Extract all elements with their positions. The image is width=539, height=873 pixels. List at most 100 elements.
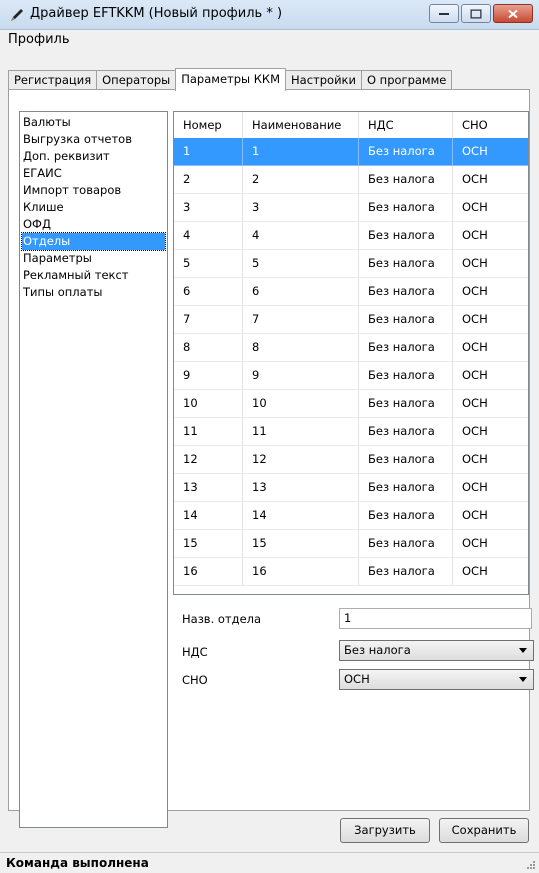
dropdown-arrow-icon (519, 677, 527, 682)
tax-system-select[interactable]: ОСН (339, 669, 534, 690)
cell-number: 8 (174, 334, 243, 362)
minimize-icon (439, 12, 449, 15)
close-icon (508, 9, 518, 18)
column-header-name[interactable]: Наименование (243, 112, 359, 138)
table-row[interactable]: 3 3 Без налога ОСН (174, 194, 528, 222)
save-button[interactable]: Сохранить (439, 818, 529, 843)
table-row[interactable]: 6 6 Без налога ОСН (174, 278, 528, 306)
window-title: Драйвер EFTKKM (Новый профиль * ) (30, 6, 283, 21)
tab-operators[interactable]: Операторы (96, 70, 177, 90)
departments-table[interactable]: Номер Наименование НДС СНО 1 1 Без налога О… (173, 111, 529, 595)
cell-vat: Без налога (359, 446, 453, 474)
column-header-vat[interactable]: НДС (359, 112, 453, 138)
menu-profile[interactable]: Профиль (8, 32, 70, 47)
minimize-button[interactable] (429, 4, 459, 23)
cell-name: 9 (243, 362, 359, 390)
sidebar-item-egais[interactable]: ЕГАИС (22, 165, 165, 182)
main-window: Профиль Регистрация Операторы Параметры … (0, 30, 539, 873)
cell-vat: Без налога (359, 306, 453, 334)
tab-settings[interactable]: Настройки (285, 70, 362, 90)
app-pen-icon (11, 9, 23, 21)
cell-tax-system: ОСН (453, 418, 528, 446)
cell-number: 3 (174, 194, 243, 222)
table-row[interactable]: 15 15 Без налога ОСН (174, 530, 528, 558)
tab-about[interactable]: О программе (360, 70, 453, 90)
cell-number: 2 (174, 166, 243, 194)
cell-tax-system: ОСН (453, 474, 528, 502)
cell-tax-system: ОСН (453, 362, 528, 390)
table-row[interactable]: 7 7 Без налога ОСН (174, 306, 528, 334)
cell-tax-system: ОСН (453, 306, 528, 334)
cell-tax-system: ОСН (453, 250, 528, 278)
close-button[interactable] (493, 4, 533, 23)
table-row[interactable]: 14 14 Без налога ОСН (174, 502, 528, 530)
table-row[interactable]: 13 13 Без налога ОСН (174, 474, 528, 502)
tab-panel: Валюты Выгрузка отчетов Доп. реквизит ЕГ… (8, 89, 534, 828)
sidebar-item-ofd[interactable]: ОФД (22, 216, 165, 233)
load-button[interactable]: Загрузить (340, 818, 430, 843)
cell-vat: Без налога (359, 250, 453, 278)
sidebar-item-import-goods[interactable]: Импорт товаров (22, 182, 165, 199)
sidebar-item-extra-requisite[interactable]: Доп. реквизит (22, 148, 165, 165)
column-header-number[interactable]: Номер (174, 112, 243, 138)
maximize-button[interactable] (461, 4, 491, 23)
cell-name: 6 (243, 278, 359, 306)
cell-name: 5 (243, 250, 359, 278)
sidebar-item-report-export[interactable]: Выгрузка отчетов (22, 131, 165, 148)
cell-vat: Без налога (359, 138, 453, 166)
cell-number: 10 (174, 390, 243, 418)
cell-vat: Без налога (359, 334, 453, 362)
sidebar-item-ad-text[interactable]: Рекламный текст (22, 267, 165, 284)
cell-number: 14 (174, 502, 243, 530)
cell-vat: Без налога (359, 530, 453, 558)
cell-number: 7 (174, 306, 243, 334)
vat-select[interactable]: Без налога (339, 640, 534, 661)
cell-name: 16 (243, 558, 359, 586)
cell-name: 2 (243, 166, 359, 194)
cell-tax-system: ОСН (453, 194, 528, 222)
cell-name: 12 (243, 446, 359, 474)
dropdown-arrow-icon (519, 648, 527, 653)
cell-number: 1 (174, 138, 243, 166)
sidebar-item-departments[interactable]: Отделы (21, 232, 166, 251)
table-row[interactable]: 11 11 Без налога ОСН (174, 418, 528, 446)
settings-category-list[interactable]: Валюты Выгрузка отчетов Доп. реквизит ЕГ… (19, 111, 168, 828)
cell-tax-system: ОСН (453, 138, 528, 166)
table-row[interactable]: 12 12 Без налога ОСН (174, 446, 528, 474)
cell-number: 16 (174, 558, 243, 586)
cell-name: 1 (243, 138, 359, 166)
sidebar-item-currencies[interactable]: Валюты (22, 114, 165, 131)
sidebar-item-parameters[interactable]: Параметры (22, 250, 165, 267)
cell-name: 13 (243, 474, 359, 502)
sidebar-item-cliche[interactable]: Клише (22, 199, 165, 216)
table-row[interactable]: 9 9 Без налога ОСН (174, 362, 528, 390)
tab-bar: Регистрация Операторы Параметры ККМ Наст… (8, 68, 453, 91)
tab-registration[interactable]: Регистрация (8, 70, 98, 90)
cell-number: 4 (174, 222, 243, 250)
cell-tax-system: ОСН (453, 166, 528, 194)
cell-name: 14 (243, 502, 359, 530)
table-row[interactable]: 2 2 Без налога ОСН (174, 166, 528, 194)
table-row[interactable]: 8 8 Без налога ОСН (174, 334, 528, 362)
tax-system-select-value: ОСН (344, 672, 370, 686)
table-row[interactable]: 10 10 Без налога ОСН (174, 390, 528, 418)
dept-name-field[interactable]: 1 (339, 608, 532, 629)
cell-tax-system: ОСН (453, 278, 528, 306)
cell-number: 9 (174, 362, 243, 390)
vat-select-value: Без налога (344, 643, 411, 657)
table-row[interactable]: 16 16 Без налога ОСН (174, 558, 528, 586)
table-row[interactable]: 5 5 Без налога ОСН (174, 250, 528, 278)
cell-name: 10 (243, 390, 359, 418)
column-header-tax-system[interactable]: СНО (453, 112, 528, 138)
resize-grip-icon[interactable] (526, 860, 536, 870)
table-row[interactable]: 1 1 Без налога ОСН (174, 138, 528, 166)
title-bar[interactable]: Драйвер EFTKKM (Новый профиль * ) (0, 0, 539, 30)
table-row[interactable]: 4 4 Без налога ОСН (174, 222, 528, 250)
cell-tax-system: ОСН (453, 530, 528, 558)
tab-kkm-parameters[interactable]: Параметры ККМ (175, 68, 287, 91)
cell-vat: Без налога (359, 222, 453, 250)
sidebar-item-payment-types[interactable]: Типы оплаты (22, 284, 165, 301)
cell-number: 15 (174, 530, 243, 558)
menu-bar: Профиль (0, 30, 539, 50)
cell-tax-system: ОСН (453, 558, 528, 586)
